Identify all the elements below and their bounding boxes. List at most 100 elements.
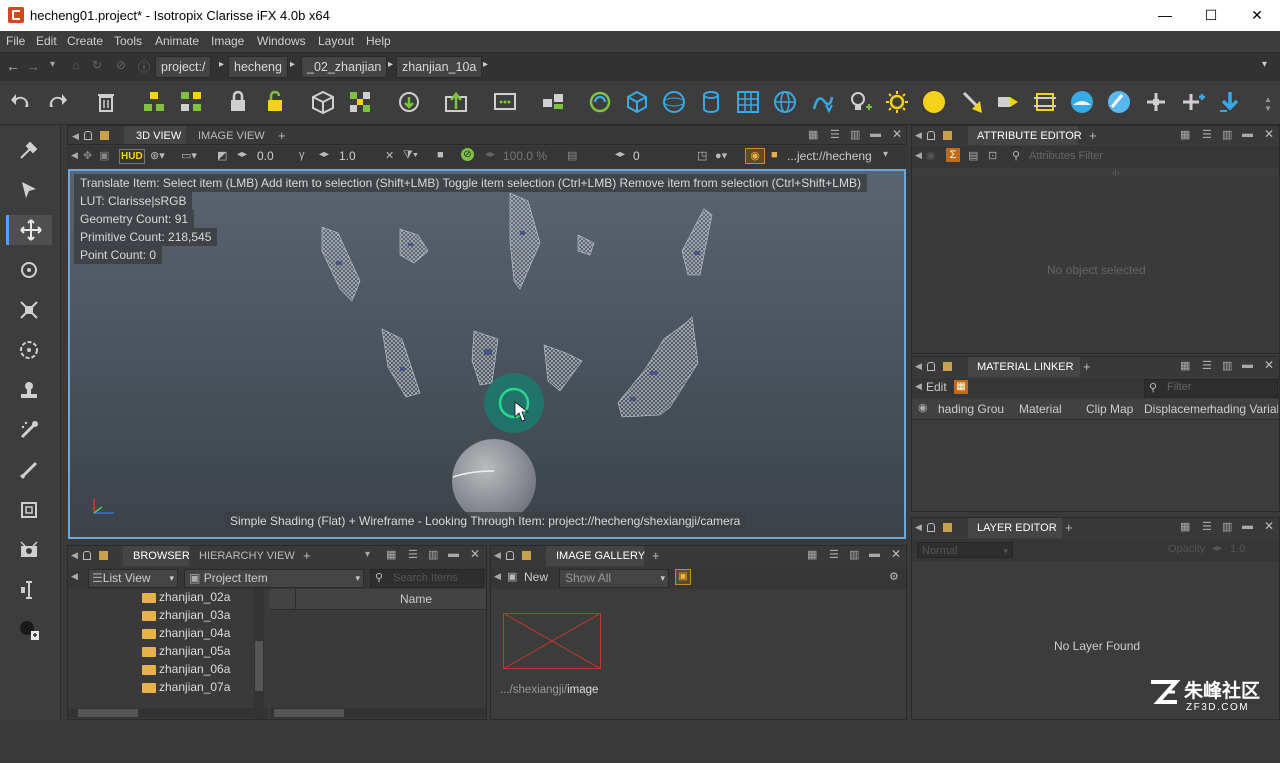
group-icon[interactable] [141,89,167,115]
lock-icon[interactable] [225,89,251,115]
unlock-icon[interactable] [262,89,288,115]
menu-edit[interactable]: Edit [36,34,57,48]
panel-maximize-icon[interactable]: ▬ [869,548,880,560]
view-mode-select[interactable]: ☰List View ▾ [88,569,178,588]
add-tab-button[interactable]: + [1089,127,1097,145]
panel-lock-icon[interactable] [506,551,514,560]
light-icon[interactable] [921,89,947,115]
tree-hscrollbar[interactable] [68,708,268,718]
rotate-tool-icon[interactable] [14,255,44,285]
material-linker-title[interactable]: MATERIAL LINKER [977,358,1074,376]
scale-tool-icon[interactable] [14,295,44,325]
filter-toggle-icon[interactable]: ▤ [968,149,978,162]
crumb-project[interactable]: project:/ [155,56,212,78]
back-arrow-icon[interactable]: ← [6,58,20,74]
panel-close-icon[interactable]: ✕ [891,547,901,561]
crumb-hecheng[interactable]: hecheng [228,56,288,78]
panel-maximize-icon[interactable]: ▬ [870,128,881,140]
frame-arrows-icon[interactable]: ◂▸ [615,149,625,160]
scatterer-icon[interactable] [587,89,613,115]
hud-toggle[interactable]: HUD [119,149,145,164]
add-tab-button[interactable]: + [1083,358,1091,376]
panel-layout-icon[interactable] [100,131,109,140]
measure-tool-icon[interactable] [14,575,44,605]
frame-value[interactable]: 0 [633,149,640,163]
menu-create[interactable]: Create [67,34,103,48]
image-gallery-title[interactable]: IMAGE GALLERY [556,547,645,565]
sky-icon[interactable] [1106,89,1132,115]
panel-layout-icon[interactable] [943,362,952,371]
camera-tool-icon[interactable] [14,535,44,565]
grid-icon[interactable] [735,89,761,115]
bar-collapse-icon[interactable]: ◀ [494,571,501,582]
new-image-icon[interactable]: ▣ [507,570,517,583]
panel-split-icon[interactable]: ▦ [807,548,817,561]
script-icon[interactable] [492,89,518,115]
panel-hsplit-icon[interactable]: ☰ [408,548,418,561]
toolbar-scroll-icon[interactable]: ▲ ▼ [1264,95,1272,113]
panel-hsplit-icon[interactable]: ☰ [829,548,839,561]
panel-collapse-icon[interactable]: ◀ [915,361,922,372]
expand-icon[interactable]: ⊡ [988,149,997,162]
col-clip-map[interactable]: Clip Map [1086,402,1133,416]
material-tool-icon[interactable] [14,615,44,645]
camera-path[interactable]: ...ject://hecheng [787,149,872,163]
sphere-icon[interactable] [661,89,687,115]
menu-file[interactable]: File [6,34,25,48]
paint-tool-icon[interactable] [14,415,44,445]
zoom-arrows-icon[interactable]: ◂▸ [485,149,495,160]
view-mode-icon[interactable]: ▭▾ [181,149,197,162]
panel-close-icon[interactable]: ✕ [1264,127,1274,141]
panel-hsplit-icon[interactable]: ☰ [1202,520,1212,533]
opacity-arrows-icon[interactable]: ◂▸ [1212,543,1222,554]
cylinder-icon[interactable] [698,89,724,115]
resolution-icon[interactable]: ▤ [567,149,577,162]
menu-layout[interactable]: Layout [318,34,354,48]
gamma-arrows-icon[interactable]: ◂▸ [319,149,329,160]
camera-folder-icon[interactable]: ■ [771,149,778,161]
list-hscrollbar-thumb[interactable] [274,709,344,717]
import-arrow-icon[interactable] [1217,89,1243,115]
path-dropdown-icon[interactable]: ▾ [1262,59,1267,70]
material-link-icon[interactable]: ▦ [954,380,968,394]
tab-browser[interactable]: BROWSER [133,547,190,565]
transform-icon[interactable] [1143,89,1169,115]
visibility-column-icon[interactable]: ◉ [918,401,928,414]
undo-icon[interactable] [8,89,34,115]
ungroup-icon[interactable] [178,89,204,115]
panel-hsplit-icon[interactable]: ☰ [1202,128,1212,141]
exposure-arrows-icon[interactable]: ◂▸ [237,149,247,160]
3d-viewport[interactable]: Translate Item: Select item (LMB) Add it… [68,169,906,539]
panel-close-icon[interactable]: ✕ [470,547,480,561]
pick-tool-icon[interactable] [14,135,44,165]
render-icon[interactable]: ⊘ [461,148,474,161]
brush-tool-icon[interactable] [14,455,44,485]
refresh-icon[interactable]: ↻ [92,58,102,72]
menu-windows[interactable]: Windows [257,34,306,48]
item-type-select[interactable]: ▣ Project Item ▾ [184,569,364,588]
show-filter-select[interactable]: Show All ▾ [559,569,669,588]
add-tab-button[interactable]: + [1065,519,1073,537]
gamma-value[interactable]: 1.0 [339,149,356,163]
list-hscroll[interactable] [270,753,486,763]
panel-layout-icon[interactable] [943,131,952,140]
bar-collapse-icon[interactable]: ◀ [915,381,922,392]
add-locator-icon[interactable] [1180,89,1206,115]
camera-path-dropdown-icon[interactable]: ▾ [883,149,888,160]
panel-vsplit-icon[interactable]: ▥ [850,128,860,141]
panel-collapse-icon[interactable]: ◀ [915,522,922,533]
redo-icon[interactable] [44,89,70,115]
tree-hscrollbar-thumb[interactable] [78,709,138,717]
material-filter-input[interactable]: Filter [1167,381,1191,393]
panel-collapse-icon[interactable]: ◀ [494,550,501,561]
visibility-icon[interactable]: ◉ [926,149,936,162]
menu-help[interactable]: Help [366,34,391,48]
translate-tool-icon[interactable] [6,215,52,245]
col-name[interactable]: Name [400,592,432,606]
panel-vsplit-icon[interactable]: ▥ [1222,128,1232,141]
panel-lock-icon[interactable] [84,131,92,140]
sun-light-icon[interactable] [884,89,910,115]
point-light-icon[interactable] [847,89,873,115]
universal-tool-icon[interactable] [14,335,44,365]
filter-icon[interactable]: ⧩▾ [403,149,418,162]
